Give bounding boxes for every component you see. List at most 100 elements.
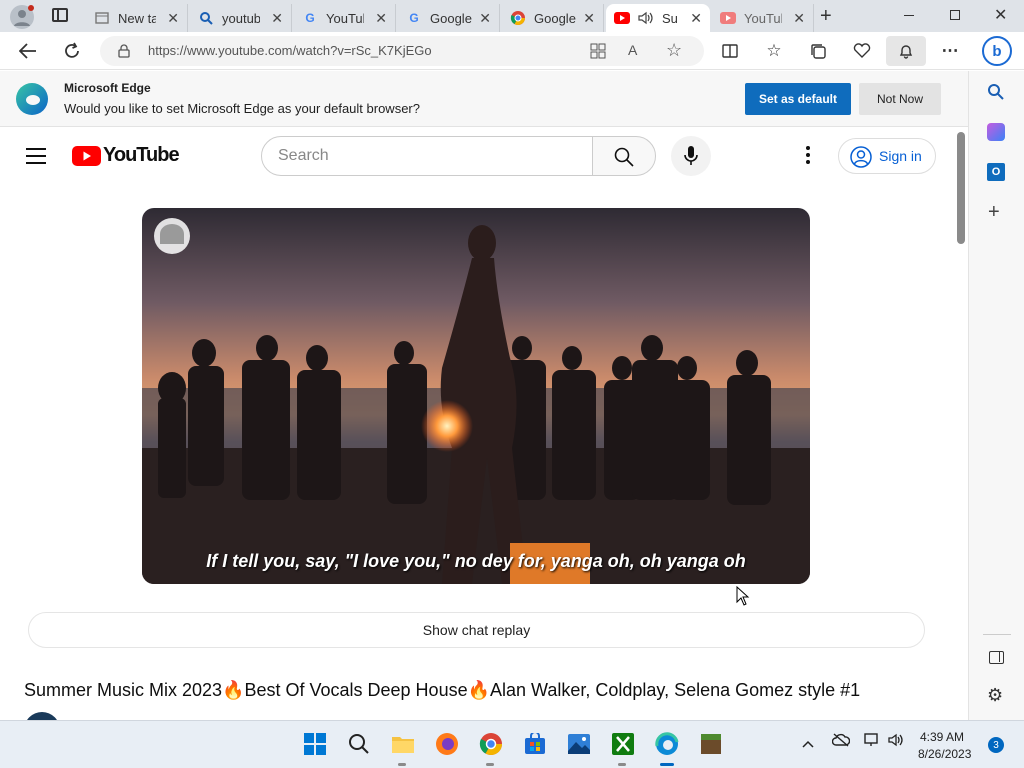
close-icon[interactable]: ✕ (583, 10, 595, 27)
tab-google[interactable]: G Google ✕ (398, 4, 500, 32)
collections-icon[interactable] (804, 37, 832, 65)
chrome-icon[interactable] (476, 729, 506, 759)
search-icon[interactable] (344, 729, 374, 759)
start-button[interactable] (300, 729, 330, 759)
speaker-icon[interactable] (638, 10, 654, 26)
close-icon[interactable]: ✕ (479, 10, 491, 27)
bing-copilot-icon[interactable]: b (982, 36, 1012, 66)
edge-sidebar: O + ⚙ (968, 71, 1024, 720)
sign-in-button[interactable]: Sign in (838, 138, 936, 174)
close-window-button[interactable]: ✕ (994, 5, 1007, 25)
url-text: https://www.youtube.com/watch?v=rSc_K7Kj… (148, 43, 432, 58)
split-screen-icon[interactable] (716, 37, 744, 65)
address-toolbar: https://www.youtube.com/watch?v=rSc_K7Kj… (0, 32, 1024, 70)
favorites-icon[interactable]: ☆ (760, 37, 788, 65)
channel-avatar[interactable] (24, 712, 60, 720)
back-button[interactable] (14, 37, 42, 65)
minimize-button[interactable] (904, 15, 914, 16)
file-explorer-icon[interactable] (388, 729, 418, 759)
youtube-logo[interactable]: YouTube (72, 144, 180, 167)
tab-youtube-search[interactable]: youtub ✕ (190, 4, 292, 32)
sidebar-office-icon[interactable] (987, 123, 1005, 141)
apps-icon[interactable] (590, 43, 606, 64)
google-icon: G (409, 11, 419, 25)
hide-sidebar-icon[interactable] (989, 651, 1004, 664)
refresh-button[interactable] (58, 37, 86, 65)
store-icon[interactable] (520, 729, 550, 759)
restore-button[interactable] (950, 10, 960, 20)
youtube-logo-text: YouTube (103, 144, 180, 166)
sidebar-add-icon[interactable]: + (988, 201, 1000, 224)
tab-youtube[interactable]: YouTub ✕ (712, 4, 814, 32)
search-button[interactable] (592, 136, 656, 176)
youtube-page: YouTube Search Sign in If I tell you, sa… (0, 128, 968, 720)
edge-icon[interactable] (652, 729, 682, 759)
voice-search-button[interactable] (671, 136, 711, 176)
app-running-indicator (398, 763, 406, 766)
hamburger-menu-icon[interactable] (26, 148, 46, 164)
tab-strip: New ta ✕ youtub ✕ G YouTub ✕ G Google ✕ … (0, 0, 1024, 32)
sidebar-outlook-icon[interactable]: O (987, 163, 1005, 181)
page-icon (94, 10, 110, 26)
settings-kebab-icon[interactable] (806, 146, 812, 164)
read-aloud-icon[interactable]: A (628, 42, 637, 58)
sign-in-label: Sign in (879, 148, 922, 164)
tab-title: New ta (118, 10, 156, 26)
youtube-icon (614, 10, 630, 26)
close-icon[interactable]: ✕ (271, 10, 283, 27)
app-running-indicator (486, 763, 494, 766)
notification-count-badge[interactable]: 3 (988, 737, 1004, 753)
close-icon[interactable]: ✕ (167, 10, 179, 27)
scrollbar-thumb[interactable] (957, 132, 965, 244)
network-icon[interactable] (864, 733, 880, 752)
notifications-bell-icon[interactable] (886, 36, 926, 66)
app-active-indicator (660, 763, 674, 766)
not-now-button[interactable]: Not Now (859, 83, 941, 115)
microphone-icon (684, 146, 698, 165)
video-title: Summer Music Mix 2023🔥Best Of Vocals Dee… (24, 680, 861, 700)
clock-time[interactable]: 4:39 AM (920, 730, 964, 744)
search-input[interactable]: Search (261, 136, 593, 176)
lock-icon[interactable] (118, 44, 130, 63)
show-chat-replay-button[interactable]: Show chat replay (28, 612, 925, 648)
youtube-play-icon (72, 145, 101, 166)
xbox-icon[interactable] (608, 729, 638, 759)
minecraft-icon[interactable] (696, 729, 726, 759)
video-frame (142, 208, 810, 584)
close-icon[interactable]: ✕ (690, 10, 702, 27)
youtube-icon (720, 10, 736, 26)
more-menu-icon[interactable]: ⋯ (936, 37, 964, 65)
close-icon[interactable]: ✕ (793, 10, 805, 27)
windows-taskbar: 4:39 AM 8/26/2023 3 (0, 720, 1024, 768)
show-hidden-icons-chevron-icon[interactable] (802, 735, 814, 753)
sidebar-divider (983, 634, 1011, 635)
video-caption: If I tell you, say, "I love you," no dey… (206, 551, 746, 571)
tab-title: Google (534, 10, 576, 26)
tab-active-youtube[interactable]: Su ✕ (606, 4, 710, 32)
search-icon (198, 10, 214, 26)
banner-title: Microsoft Edge (64, 81, 151, 95)
account-icon (850, 146, 872, 168)
video-player[interactable]: If I tell you, say, "I love you," no dey… (142, 208, 810, 584)
chrome-icon (510, 10, 526, 26)
tab-actions-icon[interactable] (52, 8, 68, 22)
close-icon[interactable]: ✕ (375, 10, 387, 27)
tab-google-youtube[interactable]: G YouTub ✕ (294, 4, 396, 32)
new-tab-button[interactable]: + (820, 5, 832, 28)
browser-essentials-icon[interactable] (848, 37, 876, 65)
favorite-star-icon[interactable]: ☆ (666, 40, 682, 61)
photos-icon[interactable] (564, 729, 594, 759)
onedrive-offline-icon[interactable] (831, 733, 851, 752)
address-bar[interactable]: https://www.youtube.com/watch?v=rSc_K7Kj… (100, 36, 704, 66)
sidebar-search-icon[interactable] (987, 83, 1005, 106)
profile-badge (28, 5, 34, 11)
firefox-icon[interactable] (432, 729, 462, 759)
banner-message: Would you like to set Microsoft Edge as … (64, 101, 420, 116)
edge-logo-icon (16, 83, 48, 115)
set-as-default-button[interactable]: Set as default (745, 83, 851, 115)
tab-google-chrome[interactable]: Google ✕ (502, 4, 604, 32)
clock-date[interactable]: 8/26/2023 (918, 747, 971, 761)
volume-icon[interactable] (888, 733, 904, 752)
sidebar-settings-icon[interactable]: ⚙ (987, 685, 1003, 706)
tab-new-tab[interactable]: New ta ✕ (86, 4, 188, 32)
